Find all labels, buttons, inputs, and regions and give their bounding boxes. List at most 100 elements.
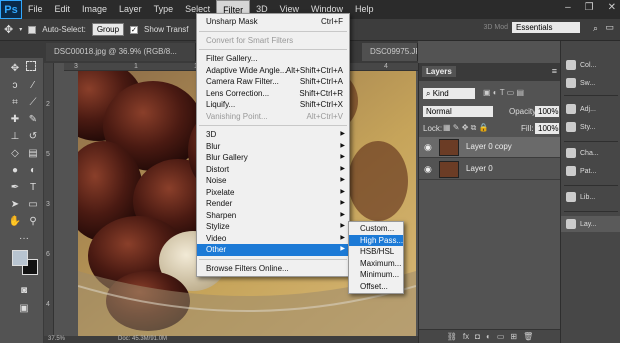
menu-image[interactable]: Image [76,0,113,19]
filter-menu-item[interactable]: 3D ▶ [197,129,349,141]
filter-menu-item[interactable]: Video ▶ [197,233,349,245]
other-submenu-item[interactable]: Custom... [349,223,403,235]
opacity-label: Opacity: [509,107,539,116]
filter-menu-item-other[interactable]: Other ▶ [197,244,349,256]
blur-tool-icon[interactable]: ● [8,163,22,177]
document-tab[interactable]: DSC00018.jpg @ 36.9% (RGB/8... [46,43,196,61]
shape-tool-icon[interactable]: ▭ [26,197,40,211]
dock-libraries[interactable]: Lib... [561,189,620,205]
menu-file[interactable]: File [22,0,49,19]
dock-styles[interactable]: Sty... [561,119,620,135]
gradient-tool-icon[interactable]: ▤ [26,146,40,160]
dock-swatches[interactable]: Sw... [561,75,620,91]
tool-preset-chevron-icon[interactable]: ▾ [19,26,22,33]
filter-menu-item[interactable]: Blur Gallery ▶ [197,152,349,164]
filter-menu-item[interactable]: Noise ▶ [197,175,349,187]
dock-layers[interactable]: Lay... [561,216,620,232]
clone-stamp-icon[interactable]: ⊥ [8,129,22,143]
menu-type[interactable]: Type [148,0,180,19]
show-transform-checkbox[interactable]: ✓ [130,25,139,34]
layer-row[interactable]: ◉ Layer 0 copy [419,137,561,158]
blend-mode-dropdown[interactable]: Normal [423,106,493,117]
mask-icon[interactable]: ◘ [475,332,480,341]
filter-menu-item[interactable]: Browse Filters Online... [197,263,349,275]
filter-menu-item[interactable]: Blur ▶ [197,141,349,153]
adjustment-icon[interactable]: ◐ [486,332,491,341]
menu-layer[interactable]: Layer [113,0,148,19]
filter-menu-item[interactable]: Liquify... Shift+Ctrl+X [197,99,349,111]
workspace-dropdown[interactable]: Essentials [512,22,580,33]
marquee-tool-icon[interactable] [26,61,36,71]
document-tab[interactable]: DSC09975.JPG @ 39.9% (Layer 0, RGB/8... [362,43,418,61]
dock-paths[interactable]: Pat... [561,163,620,179]
menu-edit[interactable]: Edit [49,0,77,19]
workspace-extra-icon[interactable]: ▭ [605,22,614,33]
quick-mask-icon[interactable]: ◙ [17,283,31,297]
pen-tool-icon[interactable]: ✒ [8,180,22,194]
panel-menu-icon[interactable]: ≡ [552,66,557,76]
lock-icons[interactable]: ▦ ✎ ✥ ⧉ 🔒 [443,123,489,133]
fx-icon[interactable]: fx [463,332,469,341]
visibility-eye-icon[interactable]: ◉ [424,164,432,175]
filter-menu-item[interactable]: Distort ▶ [197,164,349,176]
healing-brush-icon[interactable]: ✚ [8,112,22,126]
eyedropper-icon[interactable]: ⟋ [26,95,40,109]
minimize-icon[interactable]: – [565,2,571,13]
ruler-number: 4 [46,301,50,308]
zoom-tool-icon[interactable]: ⚲ [26,214,40,228]
eraser-icon[interactable]: ◇ [8,146,22,160]
search-icon[interactable]: ⌕ [593,23,598,34]
auto-select-dropdown[interactable]: Group [91,23,125,36]
trash-icon[interactable]: 🗑 [523,332,533,341]
path-selection-icon[interactable]: ➤ [8,197,22,211]
layer-filter-kind[interactable]: ⌕ Kind [423,88,475,99]
visibility-eye-icon[interactable]: ◉ [424,142,432,153]
filter-menu-item[interactable]: Camera Raw Filter... Shift+Ctrl+A [197,76,349,88]
filter-menu-item[interactable]: Unsharp Mask Ctrl+F [197,16,349,28]
auto-select-checkbox[interactable] [28,25,37,34]
history-brush-icon[interactable]: ↺ [26,129,40,143]
opacity-input[interactable]: 100% [535,106,559,117]
menu-help[interactable]: Help [349,0,380,19]
link-icon[interactable]: ⛓ [447,332,457,341]
dock-adjustments[interactable]: Adj... [561,101,620,117]
more-tools-icon[interactable]: ··· [17,231,31,245]
filter-menu-item[interactable]: Lens Correction... Shift+Ctrl+R [197,88,349,100]
layers-panel-title[interactable]: Layers [422,66,456,77]
brush-tool-icon[interactable]: ✎ [26,112,40,126]
filter-menu-item[interactable]: Pixelate ▶ [197,187,349,199]
other-submenu-item[interactable]: HSB/HSL [349,246,403,258]
screen-mode-icon[interactable]: ▣ [17,301,31,315]
filter-menu-item[interactable]: Adaptive Wide Angle... Alt+Shift+Ctrl+A [197,65,349,77]
dock-channels[interactable]: Cha... [561,145,620,161]
other-submenu-item[interactable]: Offset... [349,281,403,293]
filter-menu-item[interactable]: Stylize ▶ [197,221,349,233]
type-tool-icon[interactable]: T [26,180,40,194]
filter-menu-item[interactable]: Render ▶ [197,198,349,210]
fill-input[interactable]: 100% [535,123,559,134]
layer-row[interactable]: ◉ Layer 0 [419,159,561,180]
crop-tool-icon[interactable]: ⌗ [8,95,22,109]
other-submenu-item[interactable]: Maximum... [349,258,403,270]
filter-menu-item[interactable]: Filter Gallery... [197,53,349,65]
foreground-color-swatch[interactable] [12,250,28,266]
search-icon: ⌕ [426,89,431,98]
magic-wand-icon[interactable]: ⁄ [26,78,40,92]
menu-separator [199,30,347,32]
hand-tool-icon[interactable]: ✋ [8,214,22,228]
other-submenu-item-high-pass[interactable]: High Pass... [349,234,403,246]
filter-icons[interactable]: ▣ ◐ T ▭ ▤ [483,88,524,97]
filter-menu-item: Convert for Smart Filters [206,35,294,45]
maximize-icon[interactable]: ❐ [585,2,594,13]
filter-menu-item[interactable]: Sharpen ▶ [197,210,349,222]
other-submenu-item[interactable]: Minimum... [349,269,403,281]
close-icon[interactable]: ✕ [608,2,616,13]
dodge-tool-icon[interactable]: ◐ [26,163,40,177]
dock-color[interactable]: Col... [561,57,620,73]
zoom-level[interactable]: 37.5% [48,336,65,342]
move-tool-icon[interactable]: ✥ [4,23,13,36]
lasso-tool-icon[interactable]: ↄ [8,78,22,92]
folder-icon[interactable]: ▭ [497,332,505,341]
new-layer-icon[interactable]: ⊞ [510,332,517,341]
move-tool-icon[interactable]: ✥ [8,61,22,75]
